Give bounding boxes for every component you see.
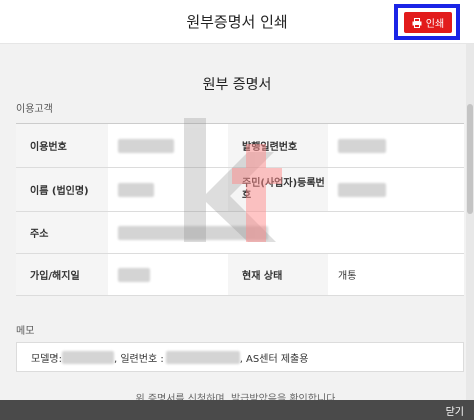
table-row: 이용번호 발행일련번호 [16, 123, 464, 168]
label-current-status: 현재 상태 [228, 253, 328, 296]
customer-info-table: 이용번호 발행일련번호 이름 (법인명) 주민(사업자)등록번호 주소 가입/해… [16, 123, 464, 296]
value-address [108, 211, 464, 254]
memo-box: 모델명: , 일련번호 : , AS센터 제출용 [16, 342, 464, 372]
memo-serial-label: , 일련번호 : [113, 353, 164, 365]
label-issue-serial: 발행일련번호 [228, 123, 328, 168]
label-address: 주소 [16, 211, 108, 254]
print-button[interactable]: 인쇄 [404, 12, 452, 33]
dialog-footer: 닫기 [0, 400, 474, 420]
table-row: 이름 (법인명) 주민(사업자)등록번호 [16, 167, 464, 212]
document-scroll-area[interactable]: 원부 증명서 이용고객 이용번호 발행일련번호 이름 (법인명) 주민(사업자)… [0, 44, 474, 400]
printer-icon [412, 17, 422, 28]
document-title: 원부 증명서 [202, 77, 272, 93]
table-row: 가입/해지일 현재 상태 개통 [16, 253, 464, 296]
memo-model-value [61, 350, 114, 364]
scrollbar-thumb[interactable] [467, 104, 473, 214]
value-registration-number [328, 167, 464, 212]
customer-section-label: 이용고객 [16, 104, 53, 115]
value-issue-serial [328, 123, 464, 168]
value-join-termination-date [108, 253, 228, 296]
label-join-termination-date: 가입/해지일 [16, 253, 108, 296]
value-name [108, 167, 228, 212]
value-current-status: 개통 [328, 253, 464, 296]
memo-serial-value [165, 350, 240, 364]
close-button[interactable]: 닫기 [446, 403, 464, 418]
label-service-number: 이용번호 [16, 123, 108, 168]
confirmation-notice: 위 증명서를 신청하며, 발급받았음을 확인합니다. [135, 394, 339, 400]
memo-suffix: , AS센터 제출용 [239, 353, 309, 365]
value-service-number [108, 123, 228, 168]
memo-model-label: 모델명: [31, 353, 62, 365]
memo-section-label: 메모 [16, 326, 35, 337]
label-registration-number: 주민(사업자)등록번호 [228, 167, 328, 212]
label-name: 이름 (법인명) [16, 167, 108, 212]
print-button-label: 인쇄 [425, 19, 445, 30]
vertical-scrollbar[interactable] [466, 44, 474, 400]
table-row: 주소 [16, 211, 464, 254]
